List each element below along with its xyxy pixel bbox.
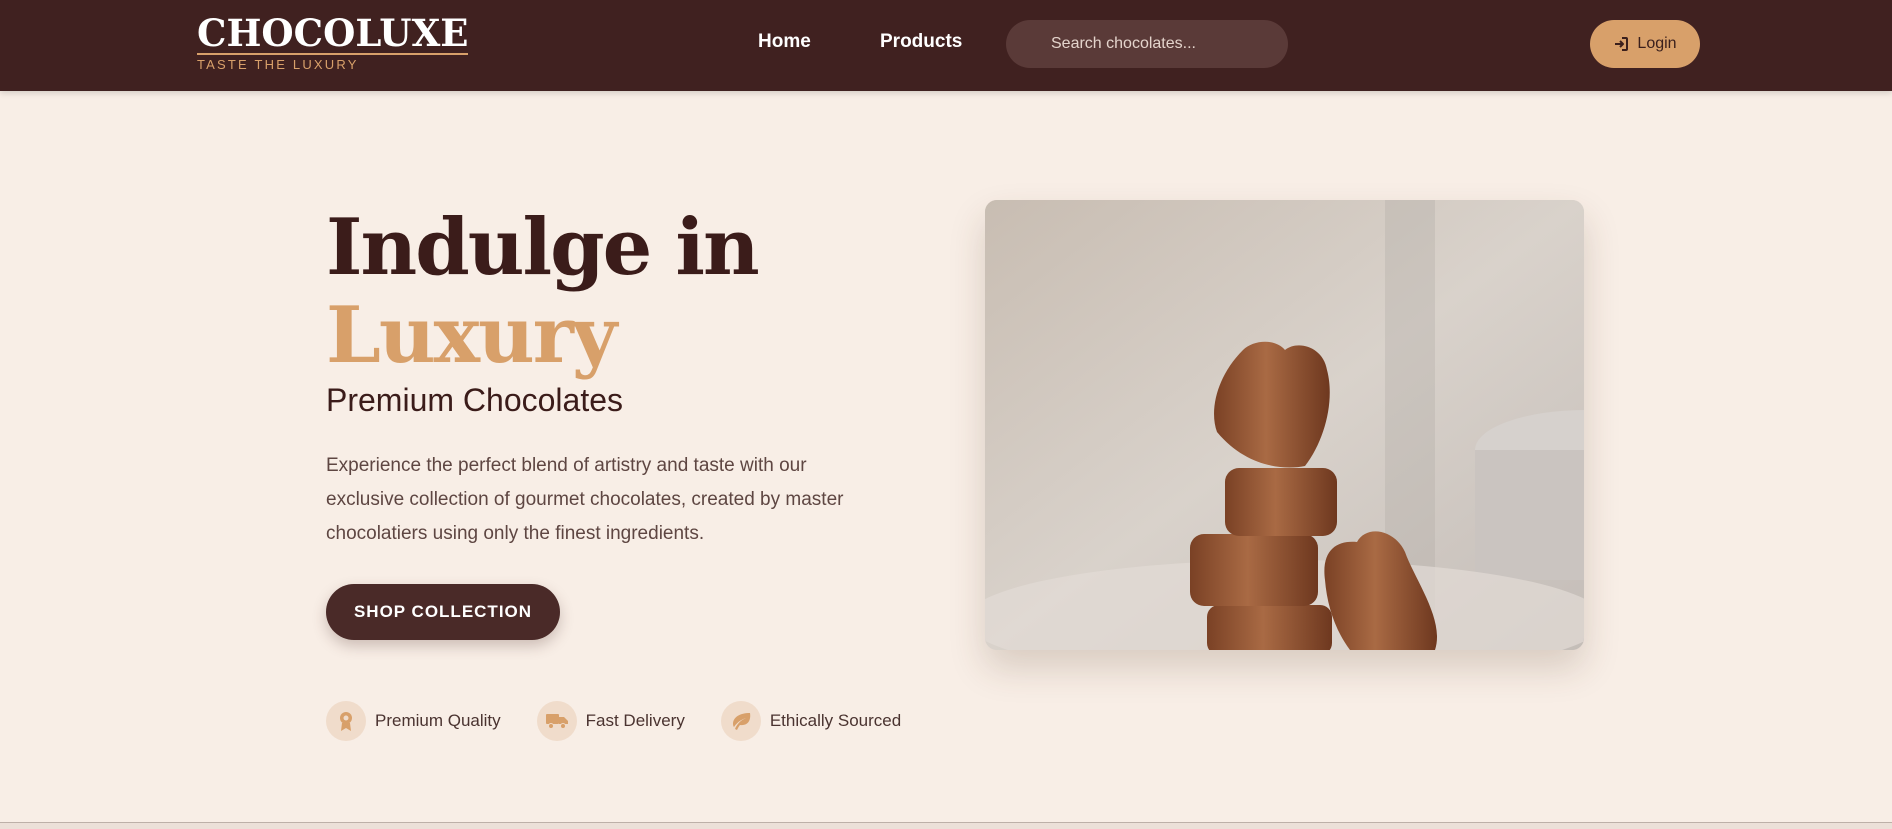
- leaf-icon: [720, 701, 761, 741]
- hero-subtitle: Premium Chocolates: [326, 382, 623, 418]
- brand-logo[interactable]: CHOCOLUXE TASTE THE LUXURY: [197, 11, 469, 72]
- hero-title: Indulge in Luxury: [326, 202, 760, 381]
- truck-icon: [536, 701, 577, 741]
- hero-title-line1: Indulge in: [326, 202, 760, 293]
- nav-link-products[interactable]: Products: [880, 31, 962, 53]
- feature-item: Ethically Sourced: [720, 701, 902, 741]
- hero-description: Experience the perfect blend of artistry…: [326, 455, 844, 544]
- feature-label: Fast Delivery: [585, 711, 685, 730]
- search-input[interactable]: [1051, 35, 1271, 53]
- brand-name: CHOCOLUXE: [197, 11, 469, 55]
- feature-item: Fast Delivery: [536, 701, 685, 741]
- nav-link-home[interactable]: Home: [758, 31, 811, 53]
- feature-label: Ethically Sourced: [769, 711, 902, 730]
- award-icon: [326, 701, 366, 741]
- feature-list: Premium Quality Fast Delivery Ethically …: [326, 701, 937, 741]
- feature-item: Premium Quality: [326, 701, 501, 741]
- section-divider: [0, 822, 1892, 829]
- hero-title-line2: Luxury: [326, 290, 617, 381]
- brand-tagline: TASTE THE LUXURY: [197, 57, 359, 72]
- feature-label: Premium Quality: [375, 711, 501, 730]
- login-button[interactable]: Login: [1590, 20, 1700, 68]
- sign-in-icon: [1613, 36, 1629, 52]
- shop-collection-button[interactable]: SHOP COLLECTION: [326, 584, 560, 640]
- search-bar: [1006, 20, 1288, 68]
- hero-chocolate-image: [985, 200, 1584, 650]
- login-label: Login: [1637, 35, 1677, 52]
- navbar: CHOCOLUXE TASTE THE LUXURY Home Products…: [0, 0, 1892, 91]
